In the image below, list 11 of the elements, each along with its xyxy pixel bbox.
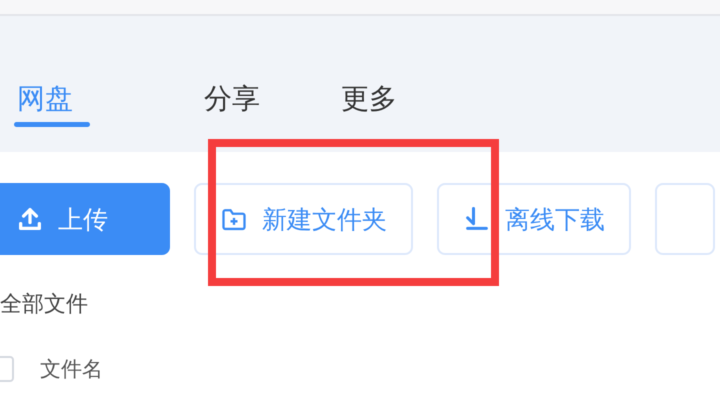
toolbar-button[interactable] bbox=[655, 183, 715, 255]
upload-icon bbox=[16, 205, 44, 233]
nav-tab[interactable]: 更多 bbox=[341, 16, 461, 152]
download-icon bbox=[463, 205, 491, 233]
new-folder-button[interactable]: 新建文件夹 bbox=[194, 183, 413, 255]
offline-download-button[interactable]: 离线下载 bbox=[437, 183, 631, 255]
upload-button[interactable]: 上传 bbox=[0, 183, 170, 255]
nav-tab[interactable]: 网盘 bbox=[17, 16, 187, 152]
breadcrumb-text: 全部文件 bbox=[0, 291, 89, 319]
column-header: 文件名 bbox=[40, 356, 103, 383]
nav-tab[interactable]: 分享 bbox=[204, 16, 324, 152]
